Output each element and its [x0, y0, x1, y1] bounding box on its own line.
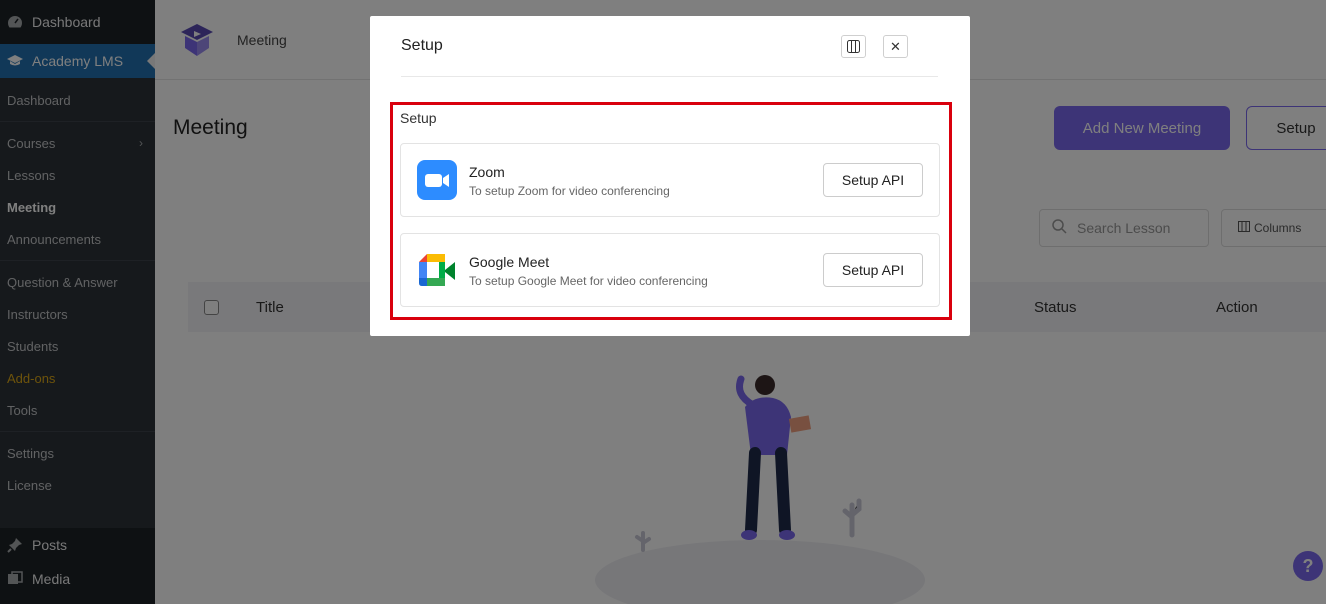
google-meet-logo-icon: [419, 254, 455, 286]
provider-description: To setup Zoom for video conferencing: [469, 184, 670, 198]
setup-api-button-google-meet[interactable]: Setup API: [823, 253, 923, 287]
section-label: Setup: [400, 110, 437, 126]
panel-columns-icon: [847, 40, 860, 53]
setup-api-button-zoom[interactable]: Setup API: [823, 163, 923, 197]
provider-card-google-meet: Google Meet To setup Google Meet for vid…: [400, 233, 940, 307]
close-icon: ✕: [890, 38, 901, 54]
toggle-panel-button[interactable]: [841, 35, 866, 58]
close-button[interactable]: ✕: [883, 35, 908, 58]
provider-name: Zoom: [469, 164, 505, 180]
provider-card-zoom: Zoom To setup Zoom for video conferencin…: [400, 143, 940, 217]
provider-description: To setup Google Meet for video conferenc…: [469, 274, 708, 288]
provider-name: Google Meet: [469, 254, 550, 270]
modal-title: Setup: [401, 37, 443, 54]
zoom-logo-icon: [417, 160, 457, 200]
setup-modal: Setup ✕ Setup Zoom To setup Zoom for vid…: [370, 16, 970, 336]
